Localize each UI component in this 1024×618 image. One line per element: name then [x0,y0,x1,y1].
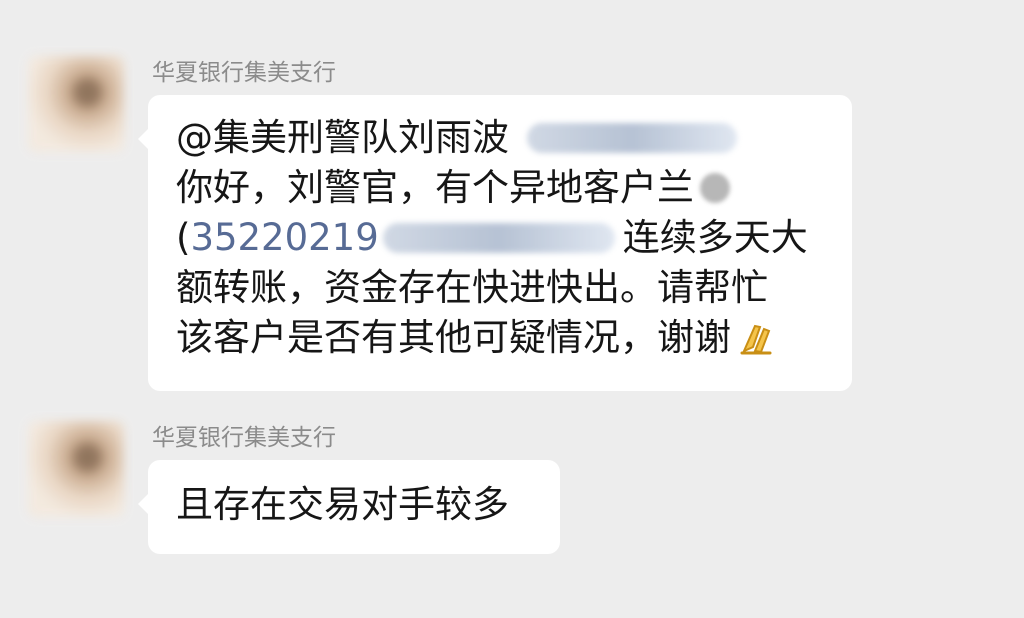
message-line: ( 35220219 连续多天大 [176,213,824,263]
message-text: 连续多天大 [622,216,808,259]
message-text: 该客户是否有其他可疑情况，谢谢 [176,316,731,359]
folded-hands-icon [735,317,777,359]
message-text: 且存在交易对手较多 [176,483,509,526]
message-text: 额转账，资金存在快进快出。请帮忙 [176,266,768,309]
avatar[interactable] [28,421,124,517]
redacted-contact [527,123,737,153]
sender-name: 华夏银行集美支行 [152,60,336,86]
sender-name: 华夏银行集美支行 [152,425,336,451]
message-line: 额转账，资金存在快进快出。请帮忙 [176,263,824,313]
message-text: 你好，刘警官，有个异地客户兰 [176,166,694,209]
message-bubble[interactable]: 且存在交易对手较多 [138,460,560,554]
redacted-name [700,173,730,203]
message-line: 该客户是否有其他可疑情况，谢谢 [176,313,824,363]
phone-number[interactable]: 35220219 [190,213,378,263]
redacted-number [382,223,615,253]
open-parenthesis: ( [176,216,191,259]
chat-window: 华夏银行集美支行 @集美刑警队刘雨波 你好，刘警官，有个异地客户兰 ( 3522… [0,0,1024,618]
message-line: @集美刑警队刘雨波 [176,113,824,163]
message-line: 你好，刘警官，有个异地客户兰 [176,163,824,213]
message-line: 且存在交易对手较多 [176,480,532,530]
message-bubble[interactable]: @集美刑警队刘雨波 你好，刘警官，有个异地客户兰 ( 35220219 连续多天… [138,95,852,391]
avatar[interactable] [28,56,124,152]
mention-text[interactable]: @集美刑警队刘雨波 [176,113,509,163]
